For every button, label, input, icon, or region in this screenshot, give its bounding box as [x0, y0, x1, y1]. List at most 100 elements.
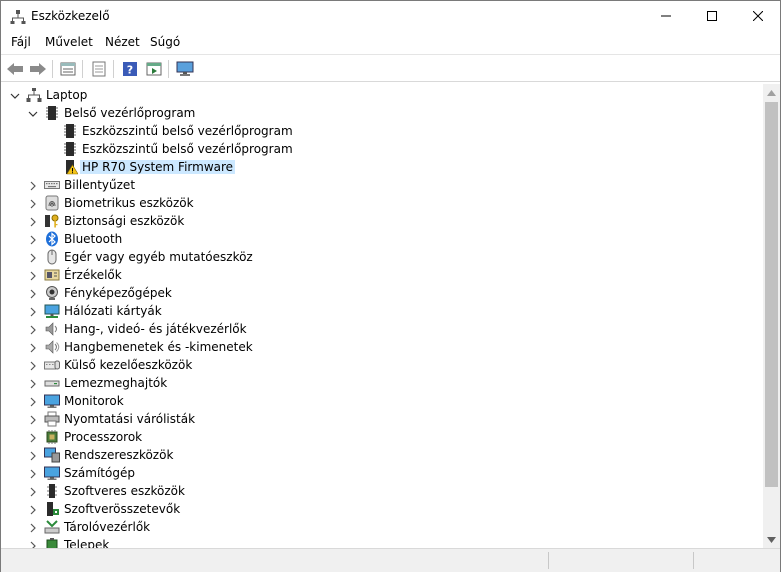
network-icon	[44, 303, 60, 319]
expand-chevron-icon[interactable]	[28, 378, 38, 389]
expand-chevron-icon[interactable]	[28, 234, 38, 245]
tree-item-laptop[interactable]: Laptop	[2, 86, 742, 104]
tree-item-category[interactable]: Lemezmeghajtók	[2, 374, 742, 392]
tree-item-category[interactable]: Processzorok	[2, 428, 742, 446]
tree-item-category[interactable]: Monitorok	[2, 392, 742, 410]
keyboard-icon	[44, 177, 60, 193]
tree-item-category[interactable]: Külső kezelőeszközök	[2, 356, 742, 374]
expand-chevron-icon[interactable]	[28, 450, 38, 461]
tree-item-label: Külső kezelőeszközök	[64, 358, 193, 372]
tree-item-label: Egér vagy egyéb mutatóeszköz	[64, 250, 253, 264]
tree-item-category[interactable]: Telepek	[2, 536, 742, 548]
menu-view[interactable]: Nézet	[105, 35, 140, 49]
firmware-icon	[62, 141, 78, 157]
tree-item-label: Rendszereszközök	[64, 448, 174, 462]
expand-chevron-icon[interactable]	[28, 522, 38, 533]
tree-item-label: Monitorok	[64, 394, 124, 408]
tree-item-label: HP R70 System Firmware	[80, 160, 236, 174]
tree-item-category[interactable]: Szoftveres eszközök	[2, 482, 742, 500]
collapse-chevron-icon[interactable]	[28, 108, 38, 118]
storage-controller-icon	[44, 519, 60, 535]
disk-drive-icon	[44, 375, 60, 391]
tree-item-firmware-child[interactable]: Eszközszintű belső vezérlőprogram	[2, 122, 742, 140]
run-icon[interactable]	[144, 59, 164, 79]
tree-item-category[interactable]: Rendszereszközök	[2, 446, 742, 464]
expand-chevron-icon[interactable]	[28, 360, 38, 371]
tree-item-label: Biometrikus eszközök	[64, 196, 194, 210]
tree-item-category[interactable]: Érzékelők	[2, 266, 742, 284]
firmware-warning-icon	[62, 159, 79, 175]
tree-item-category[interactable]: Biometrikus eszközök	[2, 194, 742, 212]
tree-item-category[interactable]: Egér vagy egyéb mutatóeszköz	[2, 248, 742, 266]
expand-chevron-icon[interactable]	[28, 486, 38, 497]
tree-item-label: Fényképezőgépek	[64, 286, 172, 300]
expand-chevron-icon[interactable]	[28, 216, 38, 227]
tree-item-category[interactable]: Hang-, videó- és játékvezérlők	[2, 320, 742, 338]
expand-chevron-icon[interactable]	[28, 504, 38, 515]
device-manager-window: Eszközkezelő Fájl Művelet Nézet Súgó ? L…	[0, 0, 781, 572]
processor-icon	[44, 429, 60, 445]
expand-chevron-icon[interactable]	[28, 180, 38, 191]
scroll-down-arrow[interactable]	[763, 531, 780, 548]
tree-item-category[interactable]: Fényképezőgépek	[2, 284, 742, 302]
expand-chevron-icon[interactable]	[28, 414, 38, 425]
tree-item-category[interactable]: Számítógép	[2, 464, 742, 482]
monitor-icon	[44, 393, 60, 409]
tree-item-category[interactable]: Hangbemenetek és -kimenetek	[2, 338, 742, 356]
hid-icon	[44, 357, 60, 373]
tree-item-category[interactable]: Biztonsági eszközök	[2, 212, 742, 230]
expand-chevron-icon[interactable]	[28, 252, 38, 263]
properties-icon[interactable]	[58, 59, 78, 79]
tree-item-category[interactable]: Nyomtatási várólisták	[2, 410, 742, 428]
tree-item-label: Számítógép	[64, 466, 135, 480]
menu-action[interactable]: Művelet	[45, 35, 93, 49]
menu-file[interactable]: Fájl	[11, 35, 31, 49]
tree-item-label: Lemezmeghajtók	[64, 376, 168, 390]
collapse-chevron-icon[interactable]	[10, 90, 20, 100]
status-bar	[1, 548, 780, 572]
expand-chevron-icon[interactable]	[28, 342, 38, 353]
tree-item-label: Eszközszintű belső vezérlőprogram	[82, 124, 293, 138]
expand-chevron-icon[interactable]	[28, 432, 38, 443]
maximize-button[interactable]	[689, 1, 735, 31]
tree-item-label: Biztonsági eszközök	[64, 214, 185, 228]
tree-item-category[interactable]: Bluetooth	[2, 230, 742, 248]
tree-item-category[interactable]: Hálózati kártyák	[2, 302, 742, 320]
fingerprint-icon	[44, 195, 60, 211]
expand-chevron-icon[interactable]	[28, 198, 38, 209]
close-button[interactable]	[735, 1, 781, 31]
minimize-button[interactable]	[643, 1, 689, 31]
expand-chevron-icon[interactable]	[28, 324, 38, 335]
expand-chevron-icon[interactable]	[28, 270, 38, 281]
device-tree[interactable]: Laptop Belső vezérlőprogram Eszközszintű b…	[2, 84, 762, 548]
expand-chevron-icon[interactable]	[28, 468, 38, 479]
tree-item-firmware-child[interactable]: HP R70 System Firmware	[2, 158, 742, 176]
camera-icon	[44, 285, 60, 301]
tree-item-firmware[interactable]: Belső vezérlőprogram	[2, 104, 742, 122]
tree-item-firmware-child[interactable]: Eszközszintű belső vezérlőprogram	[2, 140, 742, 158]
tree-item-label: Hang-, videó- és játékvezérlők	[64, 322, 247, 336]
monitor-scan-icon[interactable]	[175, 59, 195, 79]
expand-chevron-icon[interactable]	[28, 306, 38, 317]
forward-icon[interactable]	[28, 59, 48, 79]
expand-chevron-icon[interactable]	[28, 540, 38, 548]
tree-item-category[interactable]: Tárolóvezérlők	[2, 518, 742, 536]
expand-chevron-icon[interactable]	[28, 396, 38, 407]
expand-chevron-icon[interactable]	[28, 288, 38, 299]
tree-item-label: Eszközszintű belső vezérlőprogram	[82, 142, 293, 156]
mouse-icon	[44, 249, 60, 265]
back-icon[interactable]	[5, 59, 25, 79]
toolbar: ?	[1, 54, 780, 82]
tree-item-category[interactable]: Billentyűzet	[2, 176, 742, 194]
menu-help[interactable]: Súgó	[150, 35, 180, 49]
help-icon[interactable]: ?	[120, 59, 140, 79]
tree-item-label: Processzorok	[64, 430, 143, 444]
vertical-scrollbar[interactable]	[763, 84, 780, 548]
tree-item-category[interactable]: Szoftverösszetevők	[2, 500, 742, 518]
title-bar[interactable]: Eszközkezelő	[1, 1, 780, 32]
audio-io-icon	[44, 339, 60, 355]
show-hidden-icon[interactable]	[89, 59, 109, 79]
scrollbar-thumb[interactable]	[765, 102, 778, 487]
scroll-up-arrow[interactable]	[763, 84, 780, 101]
tree-item-label: Billentyűzet	[64, 178, 136, 192]
